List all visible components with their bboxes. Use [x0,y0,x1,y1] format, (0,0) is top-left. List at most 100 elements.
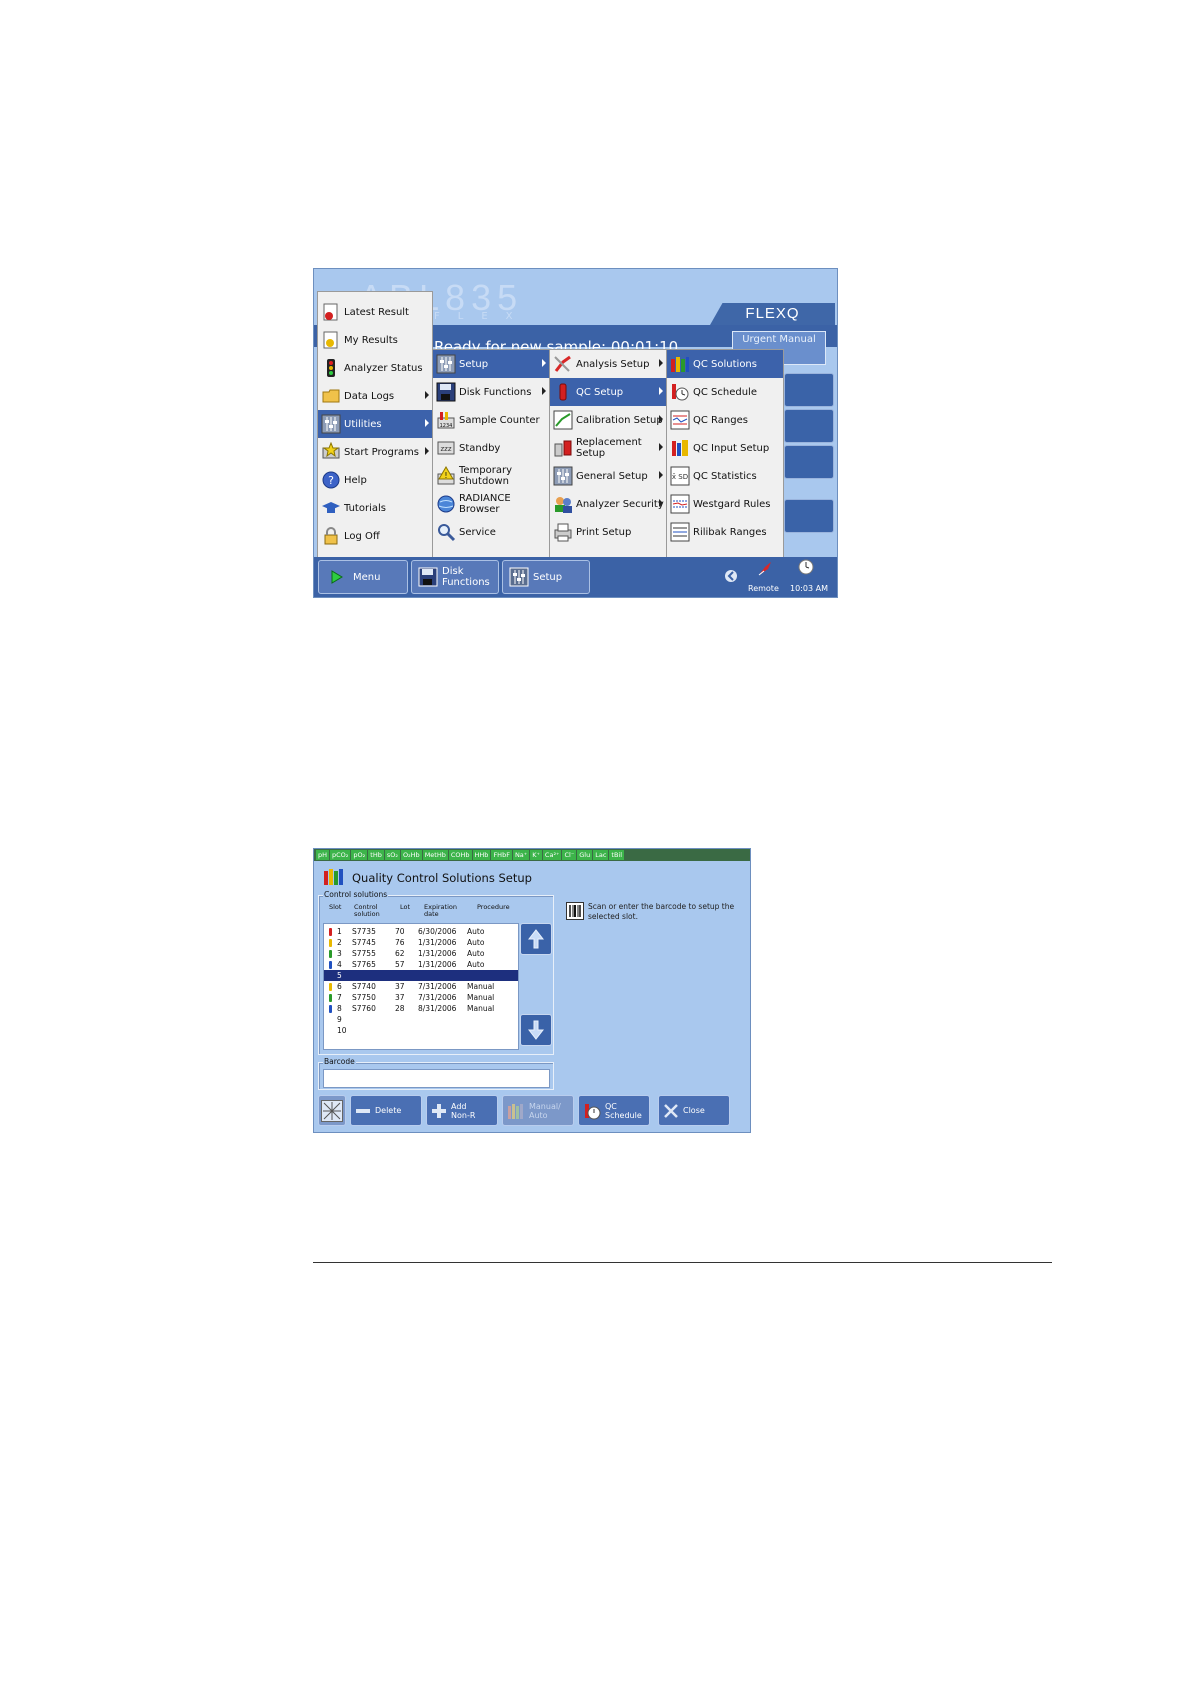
menu-item-latest-result[interactable]: Latest Result [318,298,432,326]
setup-button-label: Setup [533,571,563,583]
menu-item-label: QC Setup [576,386,624,398]
cell-control: S7765 [352,960,376,969]
setup-item-general-setup[interactable]: General Setup [550,462,666,490]
cell-exp: 1/31/2006 [418,960,457,969]
menu-item-my-results[interactable]: My Results [318,326,432,354]
menu-item-log-off[interactable]: Log Off [318,522,432,550]
scroll-down-button[interactable] [520,1014,552,1046]
utilities-item-service[interactable]: Service [433,518,549,546]
button-bar: Delete Add Non-R Manual/ Auto QC Schedul… [314,1091,750,1132]
setup-item-analysis-setup[interactable]: Analysis Setup [550,350,666,378]
cell-lot: 70 [395,927,405,936]
qc-item-qc-ranges[interactable]: QC Ranges [667,406,783,434]
qc-input-icon [670,438,690,458]
cell-slot: 10 [337,1026,347,1035]
close-icon [664,1103,678,1118]
utilities-submenu: Setup Disk Functions 1234 Sample Counter zzz… [432,349,550,559]
magnifier-icon [436,522,456,542]
table-row[interactable]: 8 S7760 28 8/31/2006 Manual [324,1003,518,1014]
keypad-button[interactable] [318,1095,346,1126]
utilities-item-disk-functions[interactable]: Disk Functions [433,378,549,406]
table-row[interactable]: 7 S7750 37 7/31/2006 Manual [324,992,518,1003]
disk-functions-button[interactable]: Disk Functions [411,560,499,594]
setup-button[interactable]: Setup [502,560,590,594]
menu-item-data-logs[interactable]: Data Logs [318,382,432,410]
menu-item-label: Setup [459,358,489,370]
qc-setup-screenshot: pH pCO₂ pO₂ tHb sO₂ O₂Hb MetHb COHb HHb FHbF Na⁺ K⁺… [313,848,751,1133]
right-panel-tile[interactable] [784,409,834,443]
table-row[interactable]: 10 [324,1025,518,1036]
utilities-item-standby[interactable]: zzz Standby [433,434,549,462]
setup-item-analyzer-security[interactable]: Analyzer Security [550,490,666,518]
manual-auto-button[interactable]: Manual/ Auto [502,1095,574,1126]
table-row[interactable]: 2 S7745 76 1/31/2006 Auto [324,937,518,948]
control-solutions-list[interactable]: 1 S7735 70 6/30/2006 Auto 2 S7745 76 1/31/2006 Au… [323,923,519,1050]
table-row[interactable]: 1 S7735 70 6/30/2006 Auto [324,926,518,937]
menu-item-utilities[interactable]: Utilities [318,410,432,438]
qc-item-westgard-rules[interactable]: Westgard Rules [667,490,783,518]
barcode-input[interactable] [323,1069,550,1088]
analyzer-logo-sub: FLEX [434,311,531,322]
qc-item-qc-input-setup[interactable]: QC Input Setup [667,434,783,462]
qc-item-qc-statistics[interactable]: x̄ SD QC Statistics [667,462,783,490]
table-row[interactable]: 4 S7765 57 1/31/2006 Auto [324,959,518,970]
chevron-left-icon[interactable] [725,569,737,583]
setup-item-replacement-setup[interactable]: Replacement Setup [550,434,666,462]
cell-slot: 9 [337,1015,342,1024]
setup-item-print-setup[interactable]: Print Setup [550,518,666,546]
security-icon [553,494,573,514]
utilities-item-radiance-browser[interactable]: RADIANCE Browser [433,490,549,518]
barcode-icon [566,902,584,920]
menu-item-label: Rilibak Ranges [693,526,767,538]
disk-functions-label: Disk Functions [442,566,490,588]
qc-item-rilibak-ranges[interactable]: Rilibak Ranges [667,518,783,546]
main-menu: Latest Result My Results Analyzer Status Da… [317,291,433,559]
utilities-item-sample-counter[interactable]: 1234 Sample Counter [433,406,549,434]
right-panel-tile[interactable] [784,499,834,533]
parameter-tag: Lac [593,850,609,860]
utilities-item-temporary-shutdown[interactable]: ! Temporary Shutdown [433,462,549,490]
minus-icon [356,1108,370,1113]
submenu-arrow-icon [659,387,663,395]
traffic-light-icon [321,358,341,378]
remote-icon[interactable] [756,559,774,577]
utilities-item-setup[interactable]: Setup [433,350,549,378]
keypad-icon [321,1099,343,1122]
menu-button[interactable]: Menu [318,560,408,594]
menu-item-analyzer-status[interactable]: Analyzer Status [318,354,432,382]
scroll-up-button[interactable] [520,923,552,955]
menu-item-start-programs[interactable]: Start Programs [318,438,432,466]
replacement-icon [553,438,573,458]
svg-text:!: ! [444,471,447,480]
qc-item-qc-schedule[interactable]: QC Schedule [667,378,783,406]
submenu-arrow-icon [542,387,546,395]
setup-item-qc-setup[interactable]: QC Setup [550,378,666,406]
add-non-r-label: Add Non-R [451,1101,476,1120]
menu-item-tutorials[interactable]: Tutorials [318,494,432,522]
right-panel-tile[interactable] [784,445,834,479]
my-results-icon [321,330,341,350]
delete-button[interactable]: Delete [350,1095,422,1126]
add-non-r-button[interactable]: Add Non-R [426,1095,498,1126]
menu-item-label: Calibration Setup [576,414,663,426]
menu-item-help[interactable]: ? Help [318,466,432,494]
column-header-procedure: Procedure [477,903,510,911]
menu-item-label: Replacement Setup [576,437,642,459]
table-row[interactable]: 9 [324,1014,518,1025]
table-row[interactable]: 3 S7755 62 1/31/2006 Auto [324,948,518,959]
table-row[interactable]: 6 S7740 37 7/31/2006 Manual [324,981,518,992]
help-icon: ? [321,470,341,490]
cell-slot: 4 [337,960,342,969]
qc-schedule-button[interactable]: QC Schedule [578,1095,650,1126]
qc-ranges-icon [670,410,690,430]
manual-auto-label: Manual/ Auto [529,1101,561,1120]
table-row[interactable]: 5 [324,970,518,981]
cell-proc: Auto [467,927,485,936]
close-button[interactable]: Close [658,1095,730,1126]
cell-control: S7755 [352,949,376,958]
menu-item-label: Temporary Shutdown [459,465,513,487]
setup-item-calibration-setup[interactable]: Calibration Setup [550,406,666,434]
qc-item-qc-solutions[interactable]: QC Solutions [667,350,783,378]
barcode-label: Barcode [323,1057,356,1066]
right-panel-tile[interactable] [784,373,834,407]
